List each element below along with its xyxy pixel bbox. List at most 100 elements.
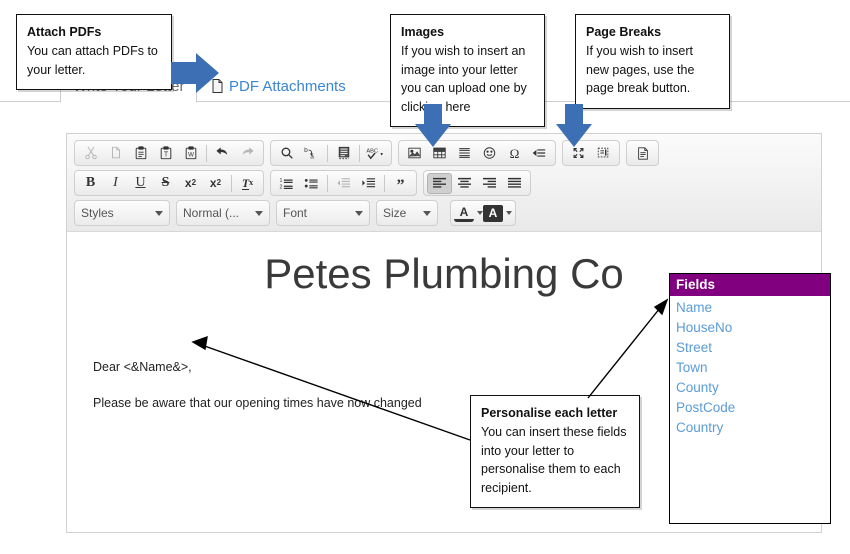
copy-icon[interactable] <box>103 143 128 164</box>
toolbar-group-basicstyles: B I U S x2 x2 Tx <box>74 170 264 196</box>
fields-list: Name HouseNo Street Town County PostCode… <box>670 296 830 438</box>
undo-icon[interactable] <box>210 143 235 164</box>
tab-label: PDF Attachments <box>229 77 346 95</box>
field-link-name[interactable]: Name <box>676 298 830 318</box>
field-link-houseno[interactable]: HouseNo <box>676 318 830 338</box>
chevron-down-icon <box>355 210 363 216</box>
field-link-county[interactable]: County <box>676 378 830 398</box>
toolbar-separator <box>231 174 232 192</box>
paste-as-text-icon[interactable]: T <box>153 143 178 164</box>
callout-body: You can insert these fields into your le… <box>481 425 627 495</box>
replace-icon[interactable]: ba <box>299 143 324 164</box>
cut-icon[interactable] <box>78 143 103 164</box>
chevron-down-icon <box>155 210 163 216</box>
callout-title: Attach PDFs <box>27 25 102 39</box>
toolbar-separator <box>384 174 385 192</box>
paste-icon[interactable] <box>128 143 153 164</box>
align-center-icon[interactable] <box>452 173 477 194</box>
paste-from-word-icon[interactable]: W <box>178 143 203 164</box>
toolbar-row-2: B I U S x2 x2 Tx 12 ” <box>70 168 818 198</box>
callout-body: If you wish to insert an image into your… <box>401 44 527 114</box>
svg-text:b: b <box>304 147 308 154</box>
fields-panel: Fields Name HouseNo Street Town County P… <box>669 273 831 524</box>
maximize-icon[interactable] <box>566 143 591 164</box>
spell-check-icon[interactable]: ABC <box>363 143 388 164</box>
svg-text:T: T <box>163 152 168 159</box>
toolbar-separator <box>327 174 328 192</box>
chevron-down-icon <box>255 210 263 216</box>
numbered-list-icon[interactable]: 12 <box>274 173 299 194</box>
show-blocks-icon[interactable] <box>591 143 616 164</box>
callout-page-breaks: Page Breaks If you wish to insert new pa… <box>575 14 730 109</box>
find-icon[interactable] <box>274 143 299 164</box>
remove-format-icon[interactable]: Tx <box>235 173 260 194</box>
templates-icon[interactable] <box>630 143 655 164</box>
page-break-icon[interactable] <box>527 143 552 164</box>
callout-body: You can attach PDFs to your letter. <box>27 44 158 77</box>
editor-toolbar: T W ba ABC Ω B I U S x 2 x 2 T x 1 2 ” S… <box>67 134 821 232</box>
font-select[interactable]: Font <box>276 200 370 226</box>
strikethrough-icon[interactable]: S <box>153 173 178 194</box>
bulleted-list-icon[interactable] <box>299 173 324 194</box>
font-select-value: Font <box>283 206 308 220</box>
field-link-town[interactable]: Town <box>676 358 830 378</box>
align-right-icon[interactable] <box>477 173 502 194</box>
horizontal-rule-icon[interactable] <box>452 143 477 164</box>
fields-panel-header: Fields <box>670 274 830 296</box>
italic-icon[interactable]: I <box>103 173 128 194</box>
image-icon[interactable] <box>402 143 427 164</box>
toolbar-group-paragraph: 12 ” <box>270 170 417 196</box>
callout-body: If you wish to insert new pages, use the… <box>586 44 695 96</box>
size-select[interactable]: Size <box>376 200 438 226</box>
special-character-icon[interactable]: Ω <box>502 143 527 164</box>
svg-text:ABC: ABC <box>366 149 378 155</box>
svg-text:2: 2 <box>280 184 283 190</box>
size-select-value: Size <box>383 206 407 220</box>
chevron-down-icon[interactable] <box>506 211 512 215</box>
select-all-icon[interactable] <box>331 143 356 164</box>
subscript-icon[interactable]: x2 <box>178 173 203 194</box>
increase-indent-icon[interactable] <box>356 173 381 194</box>
callout-images: Images If you wish to insert an image in… <box>390 14 545 127</box>
underline-icon[interactable]: U <box>128 173 153 194</box>
callout-title: Images <box>401 25 445 39</box>
text-color-button[interactable]: A <box>454 204 474 222</box>
callout-title: Personalise each letter <box>481 406 618 420</box>
svg-text:1: 1 <box>280 178 283 184</box>
field-link-country[interactable]: Country <box>676 418 830 438</box>
decrease-indent-icon[interactable] <box>331 173 356 194</box>
redo-icon[interactable] <box>235 143 260 164</box>
field-link-postcode[interactable]: PostCode <box>676 398 830 418</box>
styles-select[interactable]: Styles <box>74 200 170 226</box>
align-left-icon[interactable] <box>427 172 452 194</box>
toolbar-separator <box>206 144 207 162</box>
toolbar-row-3: Styles Normal (... Font Size A A <box>70 198 818 228</box>
table-icon[interactable] <box>427 143 452 164</box>
svg-text:Ω: Ω <box>510 146 520 161</box>
format-select[interactable]: Normal (... <box>176 200 270 226</box>
bg-color-button[interactable]: A <box>483 204 503 222</box>
toolbar-group-insert: Ω <box>398 140 556 166</box>
chevron-down-icon <box>423 210 431 216</box>
toolbar-row-1: T W ba ABC Ω <box>70 138 818 168</box>
bold-icon[interactable]: B <box>78 173 103 194</box>
callout-personalise-letter: Personalise each letter You can insert t… <box>470 395 640 508</box>
page-icon <box>212 79 223 93</box>
superscript-icon[interactable]: x2 <box>203 173 228 194</box>
field-link-street[interactable]: Street <box>676 338 830 358</box>
styles-select-value: Styles <box>81 206 114 220</box>
blockquote-icon[interactable]: ” <box>388 173 413 194</box>
toolbar-group-clipboard: T W <box>74 140 264 166</box>
toolbar-group-templates <box>626 140 659 166</box>
smiley-icon[interactable] <box>477 143 502 164</box>
tab-pdf-attachments[interactable]: PDF Attachments <box>200 70 358 102</box>
callout-title: Page Breaks <box>586 25 662 39</box>
callout-attach-pdfs: Attach PDFs You can attach PDFs to your … <box>16 14 172 91</box>
justify-icon[interactable] <box>502 173 527 194</box>
toolbar-group-colors: A A <box>450 200 516 226</box>
toolbar-group-tools <box>562 140 620 166</box>
toolbar-separator <box>359 144 360 162</box>
toolbar-group-align <box>423 170 531 196</box>
format-select-value: Normal (... <box>183 206 240 220</box>
toolbar-group-find: ba ABC <box>270 140 392 166</box>
